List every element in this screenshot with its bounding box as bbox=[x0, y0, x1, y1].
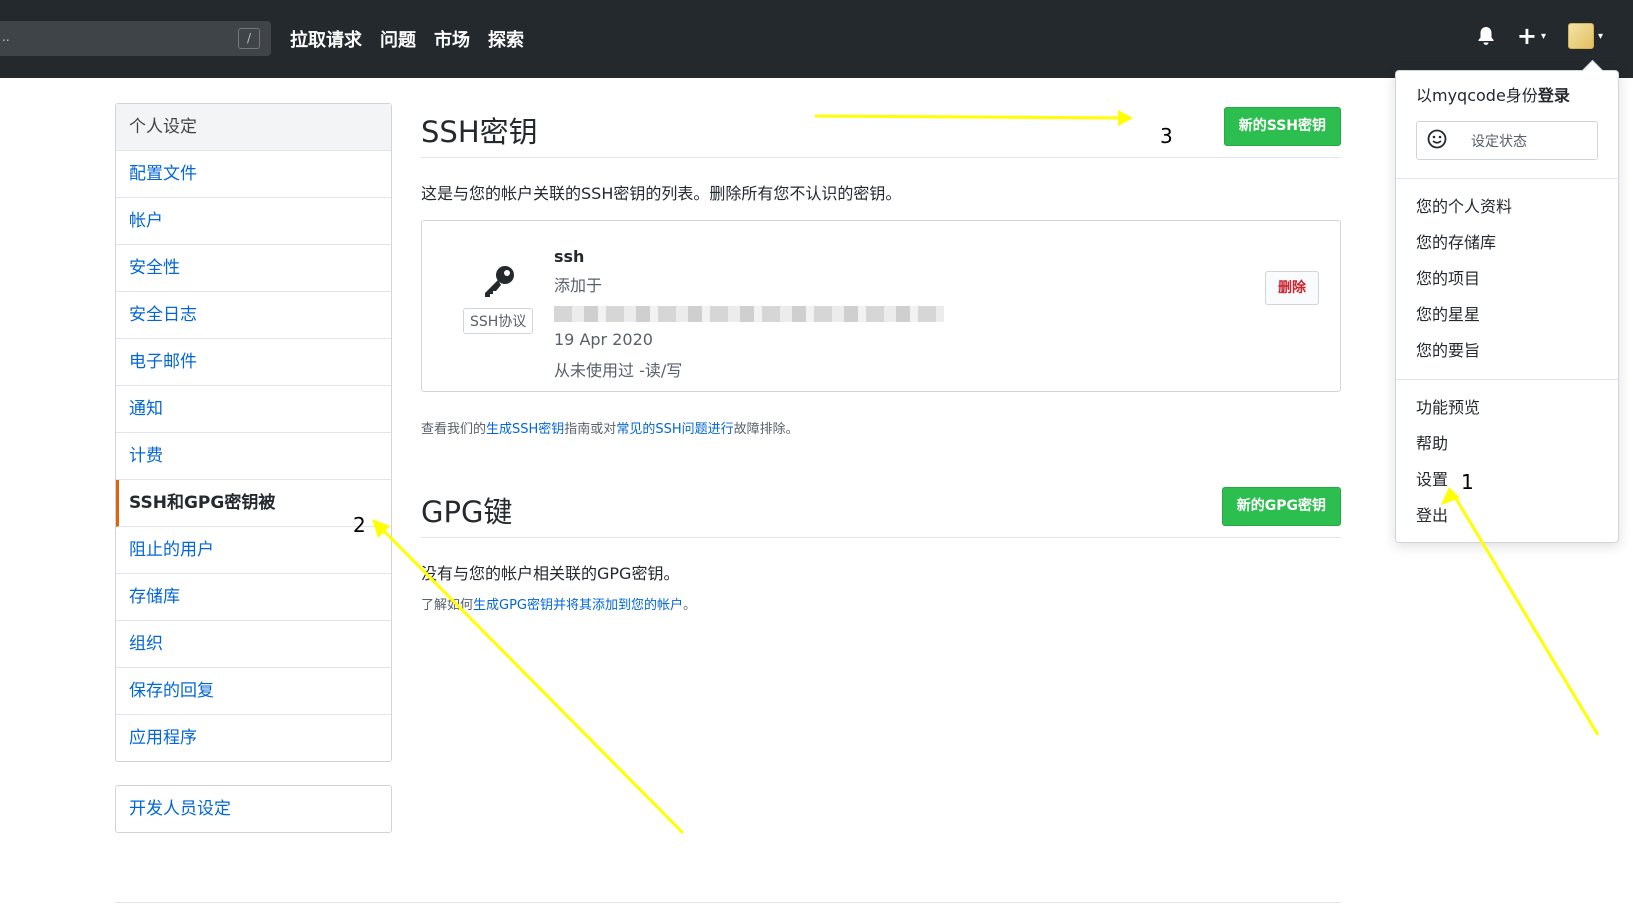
signed-in-as: 以myqcode身份登录 bbox=[1396, 71, 1618, 121]
annotation-label-3: 3 bbox=[1160, 124, 1173, 148]
ssh-key-details: ssh 添加于 19 Apr 2020 从未使用过 -读/写 bbox=[554, 247, 944, 381]
generate-ssh-key-link[interactable]: 生成SSH密钥 bbox=[486, 422, 564, 437]
sidebar-item-security-log[interactable]: 安全日志 bbox=[116, 292, 391, 339]
menu-your-projects[interactable]: 您的项目 bbox=[1396, 261, 1618, 297]
sidebar-item-repositories[interactable]: 存储库 bbox=[116, 574, 391, 621]
signed-in-bold: 登录 bbox=[1537, 86, 1570, 105]
help-text-prefix: 查看我们的 bbox=[421, 422, 487, 437]
user-dropdown-menu: 以myqcode身份登录 设定状态 您的个人资料 您的存储库 您的项目 您的星星… bbox=[1395, 70, 1619, 543]
sidebar-item-developer-settings[interactable]: 开发人员设定 bbox=[116, 786, 391, 832]
ssh-description: 这是与您的帐户关联的SSH密钥的列表。删除所有您不认识的密钥。 bbox=[421, 184, 902, 203]
troubleshoot-ssh-link[interactable]: 常见的SSH问题进行 bbox=[616, 422, 733, 437]
nav-issues[interactable]: 问题 bbox=[380, 26, 416, 52]
set-status-button[interactable]: 设定状态 bbox=[1416, 121, 1598, 160]
menu-your-profile[interactable]: 您的个人资料 bbox=[1396, 189, 1618, 225]
gpg-empty-message: 没有与您的帐户相关联的GPG密钥。 bbox=[421, 564, 680, 583]
settings-sidebar: 个人设定 配置文件 帐户 安全性 安全日志 电子邮件 通知 计费 SSH和GPG… bbox=[115, 103, 392, 762]
ssh-key-name: ssh bbox=[554, 247, 585, 266]
signed-in-prefix: 以myqcode身份 bbox=[1416, 86, 1538, 105]
sidebar-item-saved-replies[interactable]: 保存的回复 bbox=[116, 668, 391, 715]
dropdown-divider bbox=[1396, 178, 1618, 179]
generate-gpg-key-link[interactable]: 生成GPG密钥并将其添加到您的帐户 bbox=[473, 598, 683, 613]
delete-key-button[interactable]: 删除 bbox=[1265, 271, 1319, 305]
gpg-section-header: GPG键 新的GPG密钥 bbox=[421, 483, 1341, 538]
search-input[interactable]: .. / bbox=[0, 21, 271, 56]
header-actions: + ▾ ▾ bbox=[1477, 22, 1603, 50]
ssh-key-usage: 从未使用过 -读/写 bbox=[554, 361, 683, 380]
sidebar-item-security[interactable]: 安全性 bbox=[116, 245, 391, 292]
sidebar-item-emails[interactable]: 电子邮件 bbox=[116, 339, 391, 386]
developer-settings-box: 开发人员设定 bbox=[115, 785, 392, 833]
avatar bbox=[1567, 23, 1594, 49]
nav-explore[interactable]: 探索 bbox=[488, 26, 524, 52]
help-text-middle: 指南或对 bbox=[564, 422, 617, 437]
top-header: .. / 拉取请求 问题 市场 探索 + ▾ ▾ bbox=[0, 0, 1633, 78]
gpg-section: GPG键 新的GPG密钥 没有与您的帐户相关联的GPG密钥。 了解如何生成GPG… bbox=[421, 483, 1341, 613]
menu-your-repositories[interactable]: 您的存储库 bbox=[1396, 225, 1618, 261]
key-icon bbox=[480, 263, 518, 310]
sidebar-item-applications[interactable]: 应用程序 bbox=[116, 715, 391, 761]
ssh-key-added-label: 添加于 bbox=[554, 276, 603, 295]
annotation-label-2: 2 bbox=[353, 513, 366, 537]
gpg-section-title: GPG键 bbox=[421, 495, 513, 529]
search-shortcut-hint: / bbox=[238, 28, 260, 49]
new-gpg-key-button[interactable]: 新的GPG密钥 bbox=[1221, 487, 1341, 526]
main-content: SSH密钥 新的SSH密钥 这是与您的帐户关联的SSH密钥的列表。删除所有您不认… bbox=[421, 103, 1341, 613]
sidebar-item-billing[interactable]: 计费 bbox=[116, 433, 391, 480]
sidebar-item-blocked-users[interactable]: 阻止的用户 bbox=[116, 527, 391, 574]
nav-pull-requests[interactable]: 拉取请求 bbox=[290, 26, 362, 52]
set-status-label: 设定状态 bbox=[1471, 133, 1527, 150]
sidebar-item-ssh-gpg-keys[interactable]: SSH和GPG密钥被 bbox=[116, 480, 391, 527]
menu-your-stars[interactable]: 您的星星 bbox=[1396, 297, 1618, 333]
ssh-key-item: SSH协议 ssh 添加于 19 Apr 2020 从未使用过 -读/写 删除 bbox=[421, 220, 1341, 392]
sidebar-item-notifications[interactable]: 通知 bbox=[116, 386, 391, 433]
menu-sign-out[interactable]: 登出 bbox=[1396, 498, 1618, 534]
chevron-down-icon: ▾ bbox=[1597, 30, 1603, 42]
plus-glyph: + bbox=[1516, 22, 1537, 50]
dropdown-divider bbox=[1396, 379, 1618, 380]
menu-help[interactable]: 帮助 bbox=[1396, 426, 1618, 462]
menu-feature-preview[interactable]: 功能预览 bbox=[1396, 390, 1618, 426]
ssh-protocol-badge: SSH协议 bbox=[463, 308, 534, 334]
create-new-plus-icon[interactable]: + ▾ bbox=[1517, 22, 1546, 50]
main-nav: 拉取请求 问题 市场 探索 bbox=[290, 26, 524, 52]
search-text: .. bbox=[2, 30, 10, 44]
help-text-suffix: 故障排除。 bbox=[733, 422, 799, 437]
ssh-section-header: SSH密钥 新的SSH密钥 bbox=[421, 103, 1341, 158]
sidebar-title: 个人设定 bbox=[116, 104, 391, 151]
gpg-help-prefix: 了解如何 bbox=[421, 598, 474, 613]
user-menu-toggle[interactable]: ▾ bbox=[1567, 23, 1603, 49]
gpg-help-note: 了解如何生成GPG密钥并将其添加到您的帐户。 bbox=[421, 594, 1341, 613]
new-ssh-key-button[interactable]: 新的SSH密钥 bbox=[1223, 107, 1341, 146]
annotation-label-1: 1 bbox=[1461, 470, 1474, 494]
sidebar-item-organizations[interactable]: 组织 bbox=[116, 621, 391, 668]
footer-divider bbox=[115, 902, 1341, 903]
menu-your-gists[interactable]: 您的要旨 bbox=[1396, 333, 1618, 369]
gpg-help-suffix: 。 bbox=[683, 598, 697, 613]
sidebar-item-profile[interactable]: 配置文件 bbox=[116, 151, 391, 198]
ssh-key-date: 19 Apr 2020 bbox=[554, 330, 653, 349]
menu-settings[interactable]: 设置 bbox=[1396, 462, 1618, 498]
ssh-key-fingerprint-redacted bbox=[554, 306, 944, 322]
ssh-help-note: 查看我们的生成SSH密钥指南或对常见的SSH问题进行故障排除。 bbox=[421, 418, 1341, 437]
ssh-section-title: SSH密钥 bbox=[421, 115, 538, 149]
notifications-bell-icon[interactable] bbox=[1477, 26, 1495, 46]
chevron-down-icon: ▾ bbox=[1540, 30, 1546, 42]
sidebar-item-account[interactable]: 帐户 bbox=[116, 198, 391, 245]
nav-marketplace[interactable]: 市场 bbox=[434, 26, 470, 52]
smiley-icon bbox=[1427, 129, 1447, 153]
